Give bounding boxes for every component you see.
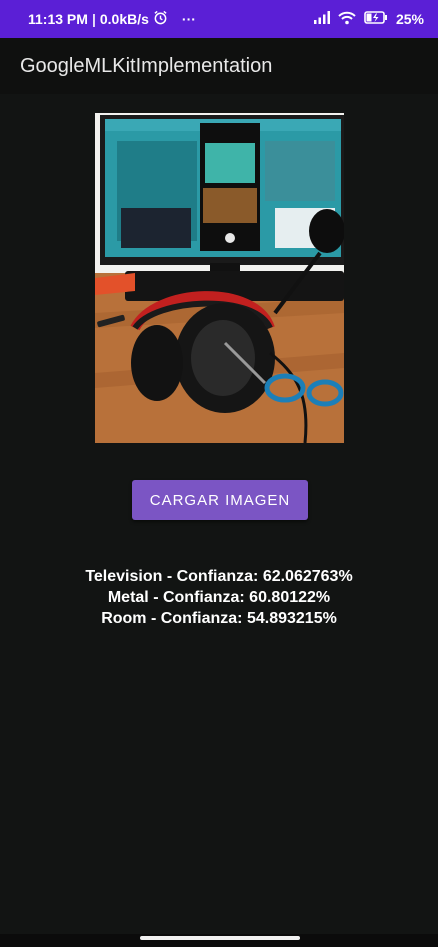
alarm-icon [153, 10, 168, 28]
status-right: 25% [313, 11, 424, 28]
navigation-bar [0, 934, 438, 947]
more-notifications: ··· [181, 11, 196, 27]
home-indicator[interactable] [140, 936, 300, 940]
battery-charging-icon [364, 11, 388, 27]
app-bar: GoogleMLKitImplementation [0, 38, 438, 94]
signal-icon [313, 11, 330, 27]
battery-percent: 25% [395, 11, 424, 27]
selected-image [95, 113, 344, 443]
result-item: Television - Confianza: 62.062763% [85, 568, 353, 585]
results-list: Television - Confianza: 62.062763% Metal… [0, 566, 438, 629]
result-item: Room - Confianza: 54.893215% [101, 610, 337, 627]
status-bar: 11:13 PM | 0.0kB/s ··· 25% [0, 0, 438, 38]
status-time: 11:13 PM [28, 11, 88, 27]
load-image-button[interactable]: CARGAR IMAGEN [132, 480, 308, 520]
status-left: 11:13 PM | 0.0kB/s ··· [28, 10, 196, 28]
status-separator: | [91, 11, 96, 27]
app-title: GoogleMLKitImplementation [20, 54, 273, 77]
wifi-icon [338, 11, 356, 28]
status-net-speed: 0.0kB/s [99, 11, 149, 27]
result-item: Metal - Confianza: 60.80122% [107, 589, 331, 606]
main-content: CARGAR IMAGEN Television - Confianza: 62… [0, 94, 438, 934]
